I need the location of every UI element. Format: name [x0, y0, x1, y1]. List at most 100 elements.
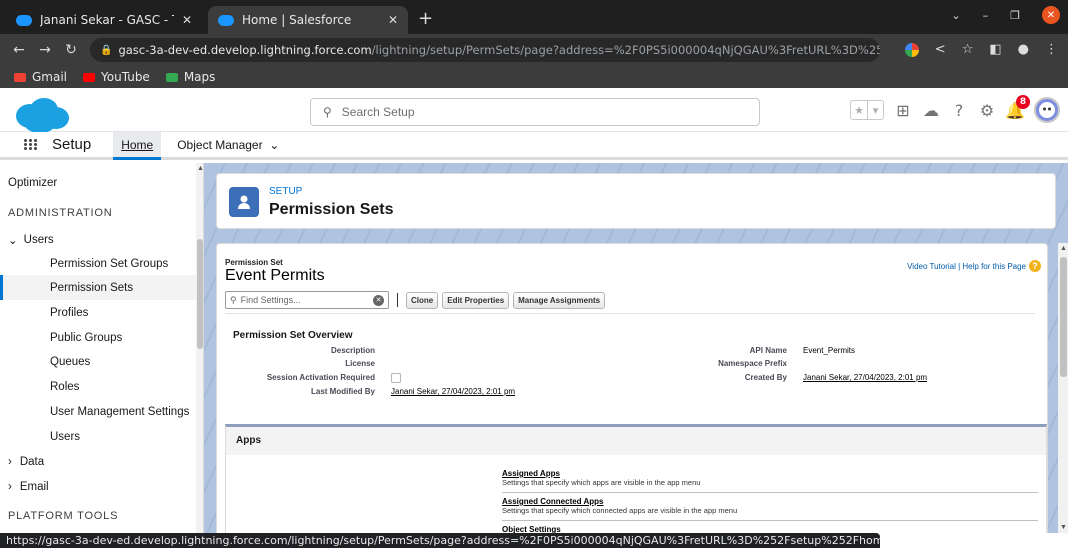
assigned-connected-apps-link[interactable]: Assigned Connected Apps: [502, 497, 1038, 506]
sidebar-item-label: Users: [23, 234, 54, 246]
new-tab-icon[interactable]: +: [418, 8, 433, 29]
side-panel-icon[interactable]: ◧: [989, 42, 1001, 57]
scroll-up-icon[interactable]: ▲: [197, 165, 203, 172]
field-label-license: License: [345, 359, 375, 368]
sidebar-item-roles[interactable]: Roles: [0, 381, 196, 393]
help-question-icon[interactable]: ?: [950, 101, 968, 120]
menu-kebab-icon[interactable]: ⋮: [1045, 42, 1058, 57]
app-launcher-icon[interactable]: [24, 139, 38, 150]
profile-icon[interactable]: ●: [1018, 42, 1029, 57]
help-links[interactable]: Video Tutorial | Help for this Page?: [907, 260, 1041, 272]
sidebar-item-queues[interactable]: Queues: [0, 356, 196, 368]
trailhead-icon[interactable]: ☁: [922, 101, 940, 120]
main-scrollbar[interactable]: ▲ ▼: [1058, 243, 1068, 533]
address-bar: ← → ↻ 🔒 gasc-3a-dev-ed.develop.lightning…: [0, 34, 1068, 66]
sidebar-scroll-thumb[interactable]: [197, 239, 203, 349]
sidebar-item-optimizer[interactable]: Optimizer: [8, 177, 203, 189]
sidebar-item-label: Queues: [50, 356, 91, 368]
sidebar-item-label: Data: [19, 456, 45, 468]
url-host: gasc-3a-dev-ed.develop.lightning.force.c…: [118, 43, 372, 57]
sidebar-item-public-groups[interactable]: Public Groups: [0, 332, 196, 344]
sidebar-heading-label: ADMINISTRATION: [8, 207, 113, 219]
sidebar-item-label: Users: [50, 431, 81, 443]
sidebar-item-permission-sets[interactable]: Permission Sets: [0, 275, 196, 300]
browser-tab-1[interactable]: Home | Salesforce ✕: [208, 6, 408, 34]
sidebar-item-permission-set-groups[interactable]: Permission Set Groups: [0, 258, 196, 270]
help-link-text[interactable]: Video Tutorial | Help for this Page: [907, 262, 1026, 271]
share-icon[interactable]: <: [935, 42, 946, 57]
main-scroll-thumb[interactable]: [1060, 257, 1067, 377]
salesforce-favicon-icon: [16, 14, 32, 26]
window-close-icon[interactable]: ✕: [1042, 6, 1060, 24]
tab-home[interactable]: Home: [113, 132, 162, 160]
object-settings-item[interactable]: Object Settings: [502, 525, 1038, 533]
created-by-value[interactable]: Janani Sekar, 27/04/2023, 2:01 pm: [803, 373, 927, 382]
tab-title: Home | Salesforce: [242, 13, 352, 27]
youtube-icon: [83, 72, 96, 82]
salesforce-logo-icon[interactable]: [12, 96, 70, 136]
close-tab-icon[interactable]: ✕: [182, 13, 192, 27]
favorites-dropdown-icon[interactable]: ▾: [867, 101, 883, 119]
google-icon[interactable]: [904, 42, 919, 57]
bookmark-youtube[interactable]: YouTube: [83, 70, 150, 84]
minimize-icon[interactable]: –: [983, 9, 989, 22]
close-tab-icon[interactable]: ✕: [388, 13, 398, 27]
clone-button[interactable]: Clone: [406, 291, 439, 309]
page-title: Permission Sets: [269, 201, 394, 218]
edit-properties-button[interactable]: Edit Properties: [442, 291, 510, 309]
notifications-bell-icon[interactable]: 🔔 8: [1005, 95, 1030, 120]
global-search-input[interactable]: ⚲ Search Setup: [310, 98, 760, 126]
permission-set-detail-card: Permission Set Event Permits Video Tutor…: [216, 243, 1048, 533]
bookmarks-bar: Gmail YouTube Maps: [0, 66, 1068, 88]
detail-toolbar: ⚲ Find Settings... ✕ Clone Edit Properti…: [225, 291, 606, 309]
setup-gear-icon[interactable]: ⚙: [978, 101, 996, 120]
bookmark-gmail[interactable]: Gmail: [14, 70, 67, 84]
assigned-apps-item[interactable]: Assigned Apps Settings that specify whic…: [502, 469, 1038, 493]
page-header: SETUP Permission Sets: [216, 173, 1056, 229]
bookmark-star-icon[interactable]: ☆: [962, 42, 974, 57]
scroll-down-icon[interactable]: ▼: [1060, 524, 1067, 531]
sidebar-heading-label: PLATFORM TOOLS: [8, 510, 119, 522]
page-eyebrow: SETUP: [269, 186, 303, 197]
sidebar-group-email[interactable]: › Email: [8, 481, 203, 493]
toolbar-icons: < ☆ ◧ ● ⋮: [904, 42, 1058, 57]
scroll-up-icon[interactable]: ▲: [1060, 245, 1067, 252]
manage-assignments-button[interactable]: Manage Assignments: [513, 291, 606, 309]
sidebar-item-user-management-settings[interactable]: User Management Settings: [0, 406, 196, 418]
sidebar-item-users[interactable]: Users: [0, 431, 196, 443]
help-question-icon[interactable]: ?: [1029, 260, 1041, 272]
api-name-value: Event_Permits: [803, 346, 856, 355]
restore-icon[interactable]: ❐: [1010, 9, 1020, 22]
link-status-bar: https://gasc-3a-dev-ed.develop.lightning…: [0, 533, 880, 548]
toolbar-divider: [397, 293, 398, 307]
global-actions-plus-icon[interactable]: ⊞: [894, 101, 912, 120]
sidebar-group-users[interactable]: ⌄ Users: [8, 233, 203, 247]
sidebar-group-data[interactable]: › Data: [8, 456, 203, 468]
notification-badge: 8: [1016, 95, 1030, 109]
field-label-session-activation: Session Activation Required: [266, 373, 375, 382]
tab-object-manager[interactable]: Object Manager ⌄: [171, 131, 285, 159]
forward-arrow-icon[interactable]: →: [32, 42, 58, 58]
sidebar-item-profiles[interactable]: Profiles: [0, 307, 196, 319]
url-input[interactable]: 🔒 gasc-3a-dev-ed.develop.lightning.force…: [90, 38, 880, 62]
back-arrow-icon[interactable]: ←: [6, 42, 32, 58]
favorites-star-icon[interactable]: ★: [851, 101, 867, 119]
bookmark-maps[interactable]: Maps: [165, 70, 215, 84]
reload-icon[interactable]: ↻: [58, 42, 84, 58]
tab-search-chevron-icon[interactable]: ⌄: [951, 9, 960, 22]
main-content: SETUP Permission Sets Permission Set Eve…: [204, 163, 1068, 533]
find-settings-input[interactable]: ⚲ Find Settings... ✕: [225, 291, 389, 309]
session-activation-checkbox: [391, 373, 401, 383]
assigned-apps-link[interactable]: Assigned Apps: [502, 469, 1038, 478]
assigned-connected-apps-item[interactable]: Assigned Connected Apps Settings that sp…: [502, 497, 1038, 521]
browser-tab-0[interactable]: Janani Sekar - GASC - Trail ✕: [6, 6, 202, 34]
sidebar-item-label: User Management Settings: [50, 406, 190, 418]
clear-search-icon[interactable]: ✕: [373, 294, 384, 306]
sidebar-scrollbar[interactable]: ▲: [196, 163, 203, 533]
sidebar-item-label: Roles: [50, 381, 80, 393]
avatar[interactable]: [1034, 97, 1060, 123]
object-settings-link[interactable]: Object Settings: [502, 525, 1038, 533]
chevron-right-icon: ›: [8, 456, 12, 468]
search-icon: ⚲: [230, 294, 237, 305]
last-modified-by-value[interactable]: Janani Sekar, 27/04/2023, 2:01 pm: [391, 387, 515, 396]
